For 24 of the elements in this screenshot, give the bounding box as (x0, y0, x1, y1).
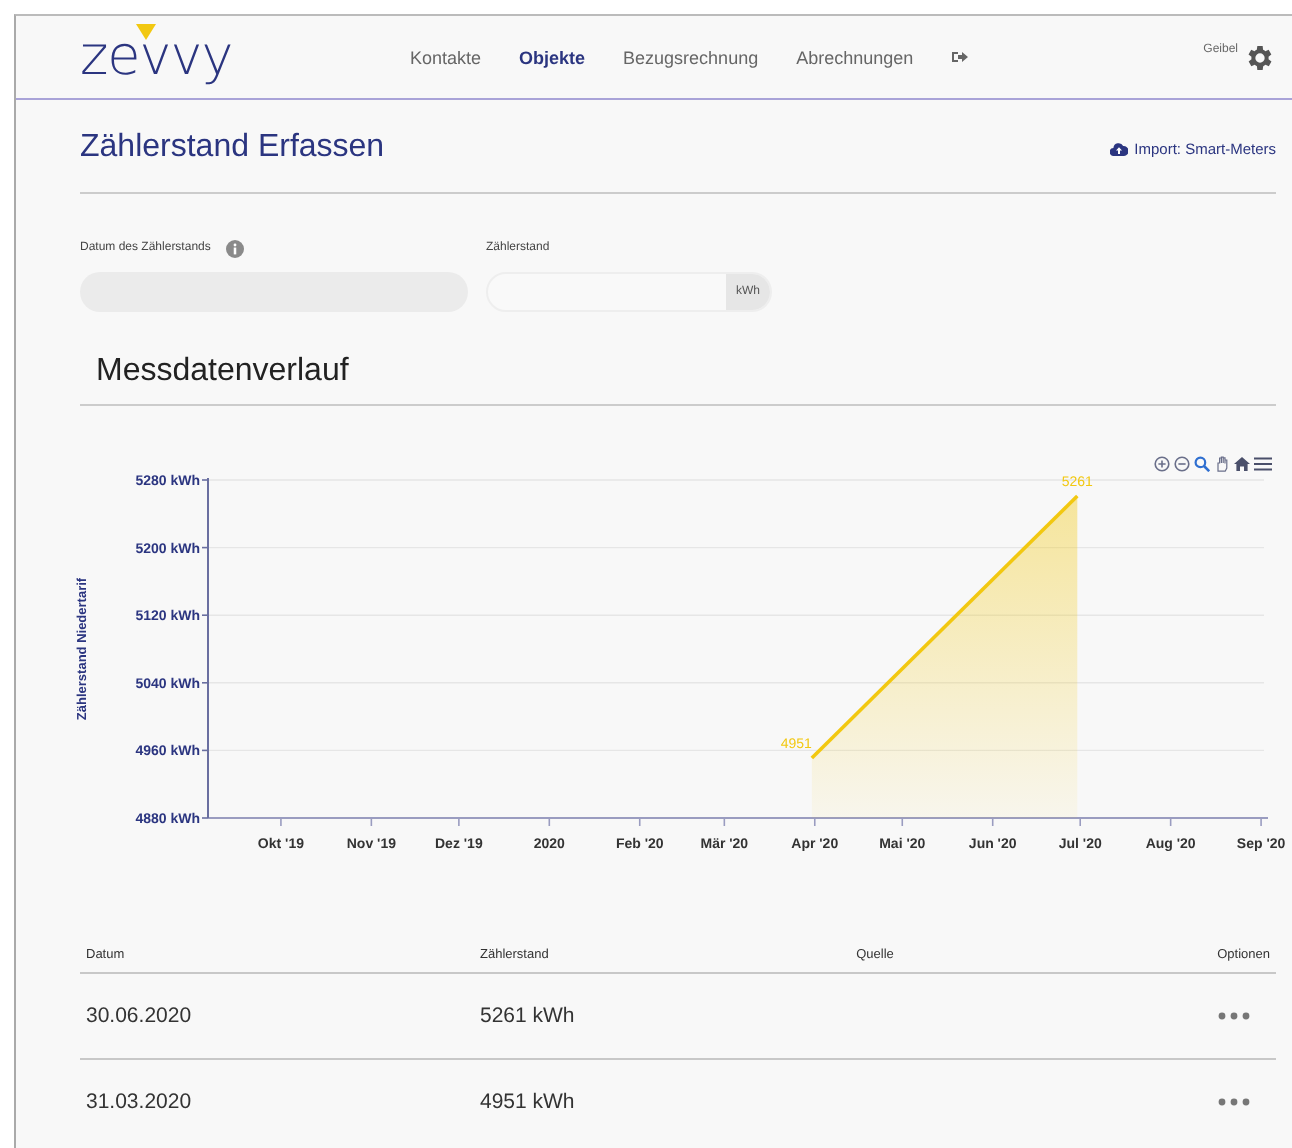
reading-cell-text: 4951 kWh (480, 1090, 577, 1114)
nav-link[interactable]: Abrechnungen (796, 47, 914, 67)
nav-link[interactable]: Bezugsrechnung (623, 47, 759, 67)
cloud-upload-icon (1110, 141, 1129, 155)
hand-icon[interactable] (1214, 456, 1230, 472)
search-icon[interactable] (1194, 456, 1210, 472)
date-cell-text: 30.06.2020 (86, 1004, 194, 1028)
zoom-out-icon[interactable] (1174, 456, 1190, 472)
section-title: Messdatenverlauf (96, 354, 349, 390)
nav-link[interactable]: Objekte (519, 47, 586, 67)
home-icon[interactable] (1234, 456, 1250, 472)
more-options-icon[interactable] (1218, 1012, 1250, 1020)
nav-link[interactable]: Kontakte (409, 47, 482, 67)
menu-icon[interactable] (1254, 456, 1272, 472)
page-title: Zählerstand Erfassen (80, 130, 385, 166)
logout-icon[interactable] (951, 50, 968, 64)
more-options-icon[interactable] (1218, 1098, 1250, 1106)
logo-accent-icon (136, 24, 156, 40)
info-icon[interactable] (226, 239, 245, 257)
settings-icon[interactable] (1244, 41, 1276, 73)
zoom-in-icon[interactable] (1154, 456, 1170, 472)
reading-cell-text: 5261 kWh (480, 1004, 577, 1028)
date-cell-text: 31.03.2020 (86, 1090, 194, 1114)
logo-text[interactable]: zevvy (80, 26, 233, 88)
